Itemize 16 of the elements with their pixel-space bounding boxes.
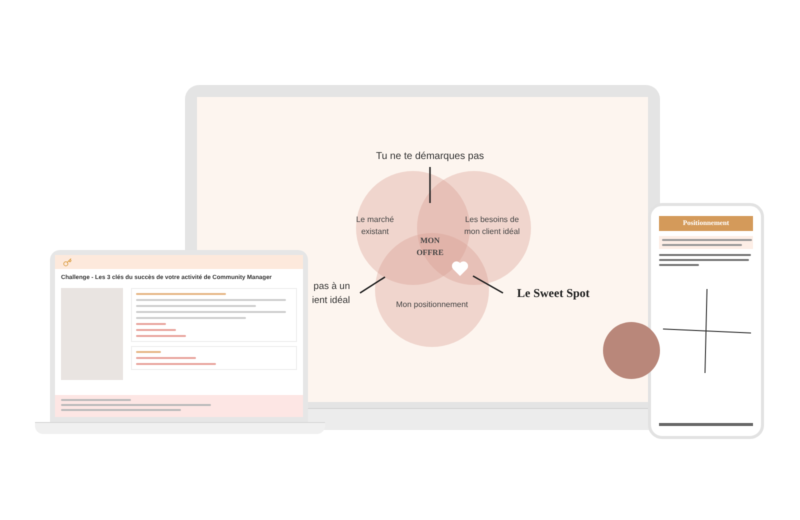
side-label: pas à un ient idéal	[312, 281, 350, 306]
key-icon	[63, 258, 72, 266]
blurred-line	[136, 335, 186, 337]
circle-label: Mon positionnement	[396, 300, 468, 309]
blurred-line	[136, 351, 161, 353]
blurred-line	[136, 329, 176, 331]
top-label: Tu ne te démarques pas	[376, 151, 484, 162]
circle-label: Le marché existant	[356, 215, 394, 236]
blurred-line	[61, 399, 131, 401]
center-label: MON OFFRE	[416, 236, 444, 257]
blurred-line	[136, 323, 166, 325]
circle-label: Les besoins de mon client idéal	[464, 215, 520, 236]
blurred-line	[659, 264, 699, 266]
blurred-line	[136, 357, 196, 359]
heart-icon	[452, 261, 468, 276]
sweet-spot-label: Le Sweet Spot	[517, 286, 590, 300]
